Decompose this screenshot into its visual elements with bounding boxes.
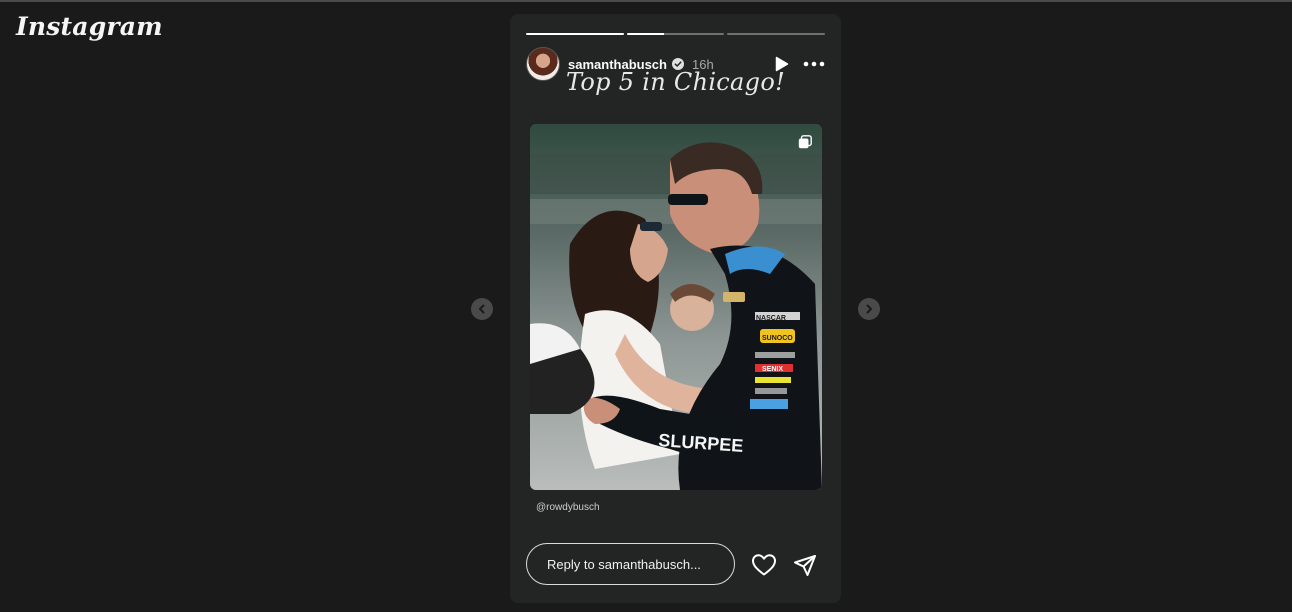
more-icon bbox=[803, 61, 825, 67]
play-icon bbox=[775, 56, 789, 72]
progress-segment bbox=[727, 33, 826, 35]
instagram-logo[interactable]: Instagram bbox=[16, 12, 163, 41]
multi-image-icon bbox=[798, 135, 812, 149]
send-icon bbox=[794, 555, 816, 576]
previous-story-button[interactable] bbox=[471, 298, 493, 320]
story-photo-image: SLURPEE NASCAR SUNOCO SENIX bbox=[530, 124, 822, 490]
mention-tag[interactable]: @rowdybusch bbox=[536, 502, 600, 513]
more-options-button[interactable] bbox=[803, 61, 825, 67]
chevron-right-icon bbox=[866, 304, 872, 314]
story-photo: SLURPEE NASCAR SUNOCO SENIX bbox=[530, 124, 822, 490]
story-timestamp: 16h bbox=[691, 56, 714, 72]
next-story-button[interactable] bbox=[858, 298, 880, 320]
progress-segment-active bbox=[626, 33, 725, 35]
story-progress-bar bbox=[526, 33, 826, 35]
top-border bbox=[0, 0, 1292, 2]
suit-senix-text: SENIX bbox=[762, 366, 783, 373]
progress-segment bbox=[526, 33, 624, 35]
story-viewer: Top 5 in Chicago! samanthabusch 16h SLUR… bbox=[510, 14, 841, 603]
story-header: samanthabusch 16h bbox=[526, 47, 825, 81]
suit-nascar-text: NASCAR bbox=[756, 315, 786, 322]
like-button[interactable] bbox=[751, 553, 777, 582]
verified-badge-icon bbox=[671, 58, 684, 70]
share-button[interactable] bbox=[793, 553, 817, 582]
suit-sunoco-text: SUNOCO bbox=[762, 335, 793, 342]
heart-icon bbox=[752, 554, 776, 576]
chevron-left-icon bbox=[479, 304, 485, 314]
reply-input[interactable]: Reply to samanthabusch... bbox=[526, 543, 735, 585]
avatar[interactable] bbox=[526, 47, 560, 81]
play-button[interactable] bbox=[775, 56, 789, 72]
story-username[interactable]: samanthabusch bbox=[568, 57, 667, 72]
